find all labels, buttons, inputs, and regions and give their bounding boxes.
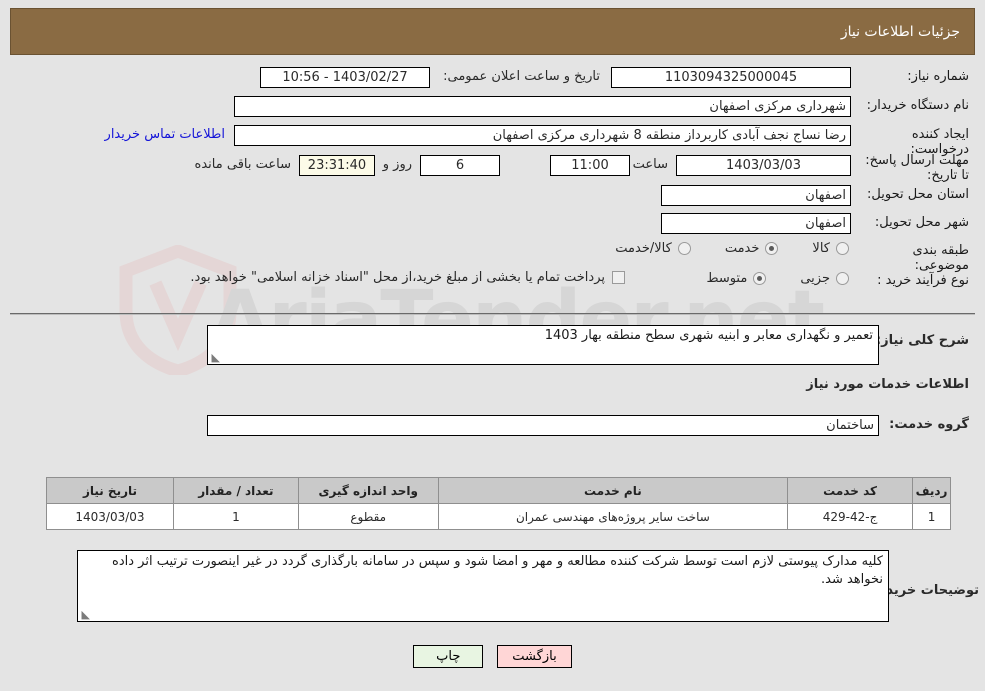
print-button[interactable]: چاپ (413, 645, 484, 668)
city-value: اصفهان (661, 213, 851, 234)
cell-quantity: 1 (172, 503, 299, 530)
radio-classification-khedmat[interactable] (765, 242, 779, 255)
page-root: جزئیات اطلاعات نیاز شماره نیاز: 11030943… (0, 0, 985, 691)
radio-process-motevaset[interactable] (753, 272, 767, 285)
notes-resize-handle-icon[interactable]: ◣ (80, 609, 90, 620)
deadline-label: مهلت ارسال پاسخ: تا تاریخ: (865, 153, 969, 183)
treasury-note-group: پرداخت تمام یا بخشی از مبلغ خرید،از محل … (190, 270, 625, 285)
cell-service-name: ساخت سایر پروژه‌های مهندسی عمران (437, 503, 789, 530)
table-row: 1 ج-42-429 ساخت سایر پروژه‌های مهندسی عم… (46, 503, 951, 530)
th-quantity: تعداد / مقدار (172, 477, 299, 504)
service-group-label: گروه خدمت: (889, 417, 969, 432)
table-header-row: ردیف کد خدمت نام خدمت واحد اندازه گیری ت… (46, 477, 951, 504)
announce-value: 1403/02/27 - 10:56 (260, 67, 430, 88)
th-index: ردیف (912, 477, 951, 504)
need-number-value: 1103094325000045 (611, 67, 851, 88)
cell-need-date: 1403/03/03 (46, 503, 174, 530)
th-need-date: تاریخ نیاز (46, 477, 174, 504)
buyer-notes-value: کلیه مدارک پیوستی لازم است توسط شرکت کنن… (112, 554, 883, 587)
radio-label-kala: کالا (812, 241, 830, 256)
radio-label-motevaset: متوسط (706, 271, 748, 286)
radio-classification-kala[interactable] (836, 242, 849, 255)
buyer-org-value: شهرداری مرکزی اصفهان (234, 96, 851, 117)
need-summary-panel: شماره نیاز: 1103094325000045 تاریخ و ساع… (10, 65, 975, 315)
province-value: اصفهان (661, 185, 851, 206)
classification-label: طبقه بندی موضوعی: (912, 243, 970, 273)
need-description-section: شرح کلی نیاز: تعمیر و نگهداری معابر و اب… (10, 315, 975, 436)
province-label: استان محل تحویل: (867, 187, 969, 202)
remaining-time-value: 23:31:40 (299, 155, 375, 176)
th-unit: واحد اندازه گیری (297, 477, 439, 504)
remaining-days-label: روز و (382, 157, 412, 172)
page-title: جزئیات اطلاعات نیاز (840, 23, 960, 40)
radio-label-kala-khedmat: کالا/خدمت (615, 241, 672, 256)
services-table-wrapper: ردیف کد خدمت نام خدمت واحد اندازه گیری ت… (46, 477, 951, 530)
th-service-name: نام خدمت (437, 477, 789, 504)
process-type-radio-group[interactable]: جزیی متوسط (706, 271, 849, 286)
radio-classification-kala-khedmat[interactable] (677, 242, 691, 255)
cell-index: 1 (912, 503, 951, 530)
treasury-checkbox[interactable] (612, 271, 625, 284)
radio-label-jozei: جزیی (800, 271, 830, 286)
back-button[interactable]: بازگشت (497, 645, 572, 668)
remaining-suffix-label: ساعت باقی مانده (194, 157, 291, 172)
announce-label: تاریخ و ساعت اعلان عمومی: (443, 69, 600, 84)
radio-label-khedmat: خدمت (724, 241, 760, 256)
general-desc-label: شرح کلی نیاز: (875, 333, 969, 348)
classification-radio-group[interactable]: کالا خدمت کالا/خدمت (615, 241, 849, 256)
resize-handle-icon[interactable]: ◣ (210, 352, 220, 363)
cell-unit: مقطوع (297, 503, 439, 530)
services-table: ردیف کد خدمت نام خدمت واحد اندازه گیری ت… (46, 477, 951, 530)
action-button-bar: بازگشت چاپ (0, 645, 985, 668)
buyer-contact-link[interactable]: اطلاعات تماس خریدار (105, 127, 225, 142)
service-group-value: ساختمان (207, 415, 879, 436)
treasury-note-label: پرداخت تمام یا بخشی از مبلغ خرید،از محل … (190, 270, 605, 285)
deadline-hour-value: 11:00 (550, 155, 630, 176)
services-info-heading: اطلاعات خدمات مورد نیاز (806, 377, 969, 392)
cell-service-code: ج-42-429 (787, 503, 914, 530)
deadline-date-value: 1403/03/03 (676, 155, 851, 176)
general-desc-textarea[interactable]: تعمیر و نگهداری معابر و ابنیه شهری سطح م… (207, 325, 879, 365)
need-number-label: شماره نیاز: (907, 69, 969, 84)
buyer-org-label: نام دستگاه خریدار: (866, 98, 969, 113)
th-service-code: کد خدمت (787, 477, 914, 504)
creator-value: رضا نساج نجف آبادی کاربرداز منطقه 8 شهرد… (234, 125, 851, 146)
remaining-days-value: 6 (420, 155, 500, 176)
process-type-label: نوع فرآیند خرید : (877, 273, 969, 288)
radio-process-jozei[interactable] (836, 272, 849, 285)
page-header: جزئیات اطلاعات نیاز (10, 8, 975, 55)
buyer-notes-textarea[interactable]: کلیه مدارک پیوستی لازم است توسط شرکت کنن… (77, 550, 889, 622)
city-label: شهر محل تحویل: (874, 215, 969, 230)
general-desc-value: تعمیر و نگهداری معابر و ابنیه شهری سطح م… (544, 328, 873, 343)
deadline-hour-label: ساعت (632, 157, 668, 172)
